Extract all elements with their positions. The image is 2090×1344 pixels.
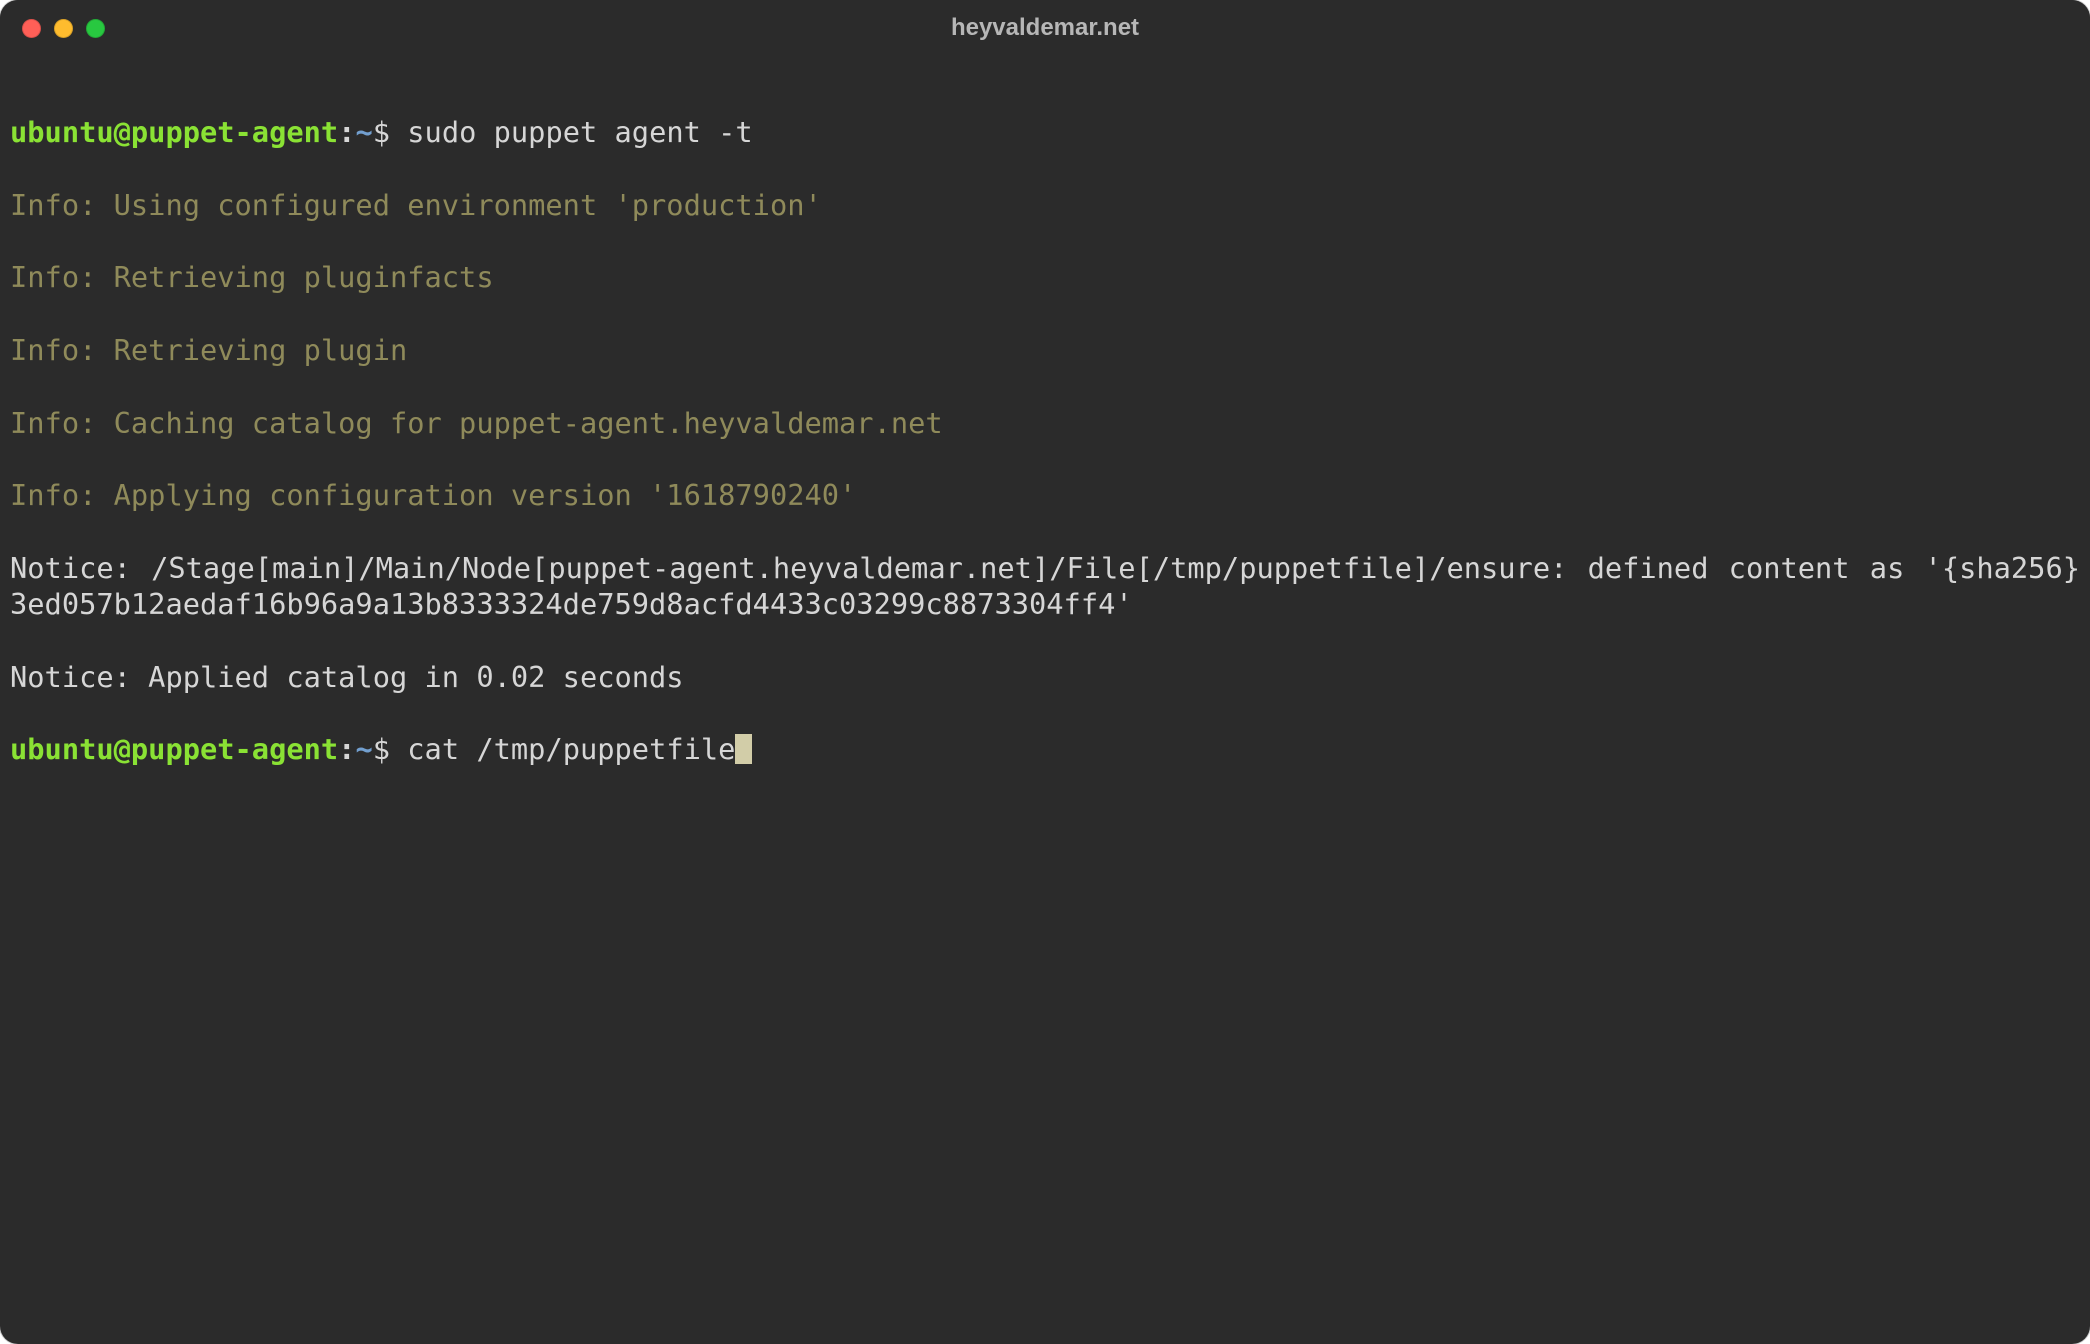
notice-line: Notice: Applied catalog in 0.02 seconds — [10, 659, 2080, 695]
minimize-icon[interactable] — [54, 19, 73, 38]
prompt-separator: : — [338, 115, 355, 149]
prompt-line: ubuntu@puppet-agent:~$ sudo puppet agent… — [10, 114, 2080, 150]
prompt-user-host: ubuntu@puppet-agent — [10, 115, 338, 149]
close-icon[interactable] — [22, 19, 41, 38]
prompt-path: ~ — [355, 115, 372, 149]
prompt-symbol: $ — [373, 732, 390, 766]
info-line: Info: Applying configuration version '16… — [10, 477, 2080, 513]
maximize-icon[interactable] — [86, 19, 105, 38]
cursor-icon — [735, 734, 752, 764]
prompt-user-host: ubuntu@puppet-agent — [10, 732, 338, 766]
notice-line: Notice: /Stage[main]/Main/Node[puppet-ag… — [10, 550, 2080, 623]
traffic-lights — [22, 19, 105, 38]
prompt-separator: : — [338, 732, 355, 766]
command-text: sudo puppet agent -t — [390, 115, 753, 149]
command-text: cat /tmp/puppetfile — [390, 732, 735, 766]
titlebar: heyvaldemar.net — [0, 0, 2090, 56]
prompt-path: ~ — [355, 732, 372, 766]
info-line: Info: Caching catalog for puppet-agent.h… — [10, 405, 2080, 441]
info-line: Info: Retrieving plugin — [10, 332, 2080, 368]
terminal-window: heyvaldemar.net ubuntu@puppet-agent:~$ s… — [0, 0, 2090, 1344]
terminal-output[interactable]: ubuntu@puppet-agent:~$ sudo puppet agent… — [0, 56, 2090, 850]
prompt-line: ubuntu@puppet-agent:~$ cat /tmp/puppetfi… — [10, 731, 2080, 767]
info-line: Info: Using configured environment 'prod… — [10, 187, 2080, 223]
window-title: heyvaldemar.net — [0, 14, 2090, 42]
info-line: Info: Retrieving pluginfacts — [10, 259, 2080, 295]
prompt-symbol: $ — [373, 115, 390, 149]
